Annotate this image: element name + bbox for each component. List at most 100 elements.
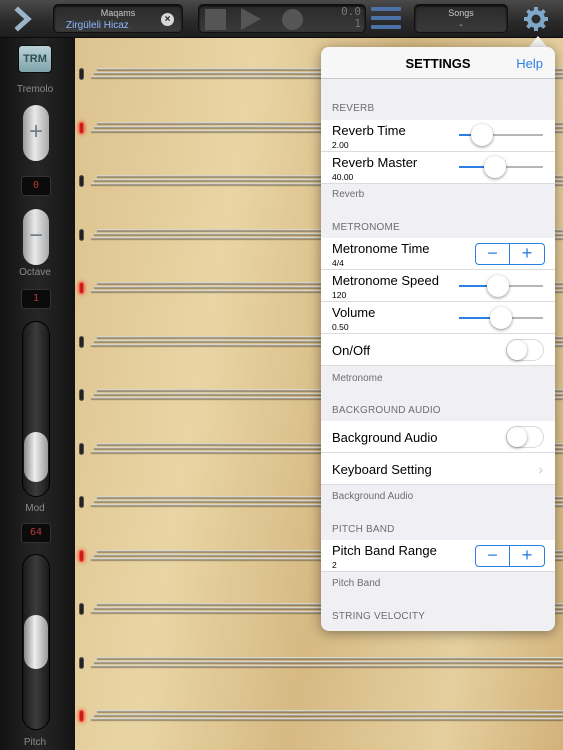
mod-value: 64 <box>21 523 51 543</box>
string-peg <box>79 175 84 187</box>
octave-up-button[interactable]: + <box>22 104 50 162</box>
reverb-time-label: Reverb Time <box>332 123 406 138</box>
pitch-label: Pitch <box>23 737 47 748</box>
toggle-knob <box>507 427 527 447</box>
metronome-speed-label: Metronome Speed <box>332 273 439 288</box>
toggle-knob <box>507 340 527 360</box>
reverb-master-row: Reverb Master 40.00 <box>321 152 555 184</box>
reverb-master-value: 40.00 <box>332 172 354 182</box>
reverb-time-row: Reverb Time 2.00 <box>321 120 555 152</box>
octave-label: Octave <box>19 267 51 278</box>
string-peg <box>79 282 84 294</box>
mod-label: Mod <box>25 503 45 514</box>
reverb-time-value: 2.00 <box>332 140 349 150</box>
metronome-time-value: 4/4 <box>332 258 344 268</box>
list-icon-bar <box>371 16 401 20</box>
maqam-selector[interactable]: Maqams Zirgüleli Hicaz × <box>53 4 183 33</box>
help-button[interactable]: Help <box>516 56 543 71</box>
string-line <box>94 660 563 663</box>
string-line <box>91 718 563 720</box>
mod-wheel-knob[interactable] <box>24 432 48 482</box>
string-group[interactable] <box>75 656 563 669</box>
string-line <box>91 664 563 667</box>
volume-row: Volume 0.50 <box>321 302 555 334</box>
metronome-speed-slider[interactable] <box>459 275 543 297</box>
tremolo-button[interactable]: TRM <box>18 45 52 73</box>
list-icon-bar <box>371 25 401 29</box>
tremolo-label: Tremolo <box>16 84 54 95</box>
octave-down-button[interactable]: − <box>22 208 50 266</box>
pitch-band-section-header: PITCH BAND <box>332 524 395 535</box>
metronome-speed-row: Metronome Speed 120 <box>321 270 555 302</box>
string-line <box>94 714 563 716</box>
pitch-band-range-label: Pitch Band Range <box>332 543 437 558</box>
pitch-band-range-row: Pitch Band Range 2 − + <box>321 540 555 572</box>
string-peg <box>79 335 84 348</box>
string-peg <box>79 228 84 241</box>
metronome-time-label: Metronome Time <box>332 241 430 256</box>
list-icon <box>371 7 401 11</box>
volume-slider[interactable] <box>459 307 543 329</box>
pitch-band-range-value: 2 <box>332 560 337 570</box>
mod-wheel[interactable] <box>22 321 50 497</box>
volume-label: Volume <box>332 305 376 320</box>
metronome-time-decrement-button[interactable]: − <box>476 244 510 264</box>
background-audio-section-footer: Background Audio <box>332 491 414 502</box>
settings-button[interactable] <box>521 4 551 34</box>
metronome-onoff-toggle[interactable] <box>506 339 544 361</box>
string-peg <box>79 603 84 615</box>
metronome-time-row: Metronome Time 4/4 − + <box>321 238 555 270</box>
metronome-section-header: METRONOME <box>332 222 400 233</box>
pitch-band-section-footer: Pitch Band <box>332 578 381 589</box>
string-peg <box>79 656 84 669</box>
songs-selector[interactable]: Songs - <box>414 4 508 33</box>
reverb-section-footer: Reverb <box>332 189 365 200</box>
background-audio-section-header: BACKGROUND AUDIO <box>332 405 441 416</box>
metronome-time-stepper: − + <box>475 243 545 265</box>
octave-value: 0 <box>21 176 51 196</box>
volume-value: 0.50 <box>332 322 349 332</box>
metronome-speed-value: 120 <box>332 290 347 300</box>
counter-bottom: 1 <box>354 17 361 30</box>
reverb-master-slider[interactable] <box>459 156 543 178</box>
chevron-right-icon <box>14 6 32 32</box>
string-peg <box>79 549 84 562</box>
record-icon[interactable] <box>282 9 303 30</box>
keyboard-setting-label: Keyboard Setting <box>332 462 432 477</box>
octave-indicator: 1 <box>21 289 51 309</box>
slider-thumb[interactable] <box>490 307 512 329</box>
chevron-right-icon: › <box>538 461 543 477</box>
list-button[interactable] <box>371 5 401 31</box>
settings-popover: SETTINGS Help REVERB Reverb Time 2.00 Re… <box>321 47 555 631</box>
pitch-wheel-knob[interactable] <box>24 615 48 669</box>
slider-thumb[interactable] <box>484 156 507 178</box>
metronome-section-footer: Metronome <box>332 373 383 384</box>
clear-maqam-button[interactable]: × <box>161 13 174 26</box>
string-group[interactable] <box>75 710 563 722</box>
pitch-wheel[interactable] <box>22 554 50 730</box>
string-peg <box>79 68 84 80</box>
string-peg <box>79 121 84 134</box>
transport-controls: 0.0 1 <box>198 4 366 33</box>
expand-menu-button[interactable] <box>6 4 40 34</box>
background-audio-toggle[interactable] <box>506 426 544 448</box>
songs-title: Songs <box>448 8 474 18</box>
gear-icon <box>524 7 548 31</box>
pitch-band-decrement-button[interactable]: − <box>476 546 510 566</box>
keyboard-setting-row[interactable]: Keyboard Setting › <box>321 453 555 485</box>
transport-counter: 0.0 1 <box>341 6 361 30</box>
string-peg <box>79 442 84 455</box>
metronome-time-increment-button[interactable]: + <box>510 244 544 264</box>
slider-thumb[interactable] <box>486 275 509 297</box>
stop-icon[interactable] <box>205 9 226 30</box>
string-line <box>97 710 563 712</box>
background-audio-row: Background Audio <box>321 421 555 453</box>
string-velocity-section-header: STRING VELOCITY <box>332 611 426 622</box>
pitch-band-range-stepper: − + <box>475 545 545 567</box>
slider-thumb[interactable] <box>470 124 493 146</box>
string-line <box>97 656 563 659</box>
play-icon[interactable] <box>241 8 261 30</box>
pitch-band-increment-button[interactable]: + <box>510 546 544 566</box>
reverb-time-slider[interactable] <box>459 124 543 146</box>
maqam-value: Zirgüleli Hicaz <box>66 20 129 31</box>
